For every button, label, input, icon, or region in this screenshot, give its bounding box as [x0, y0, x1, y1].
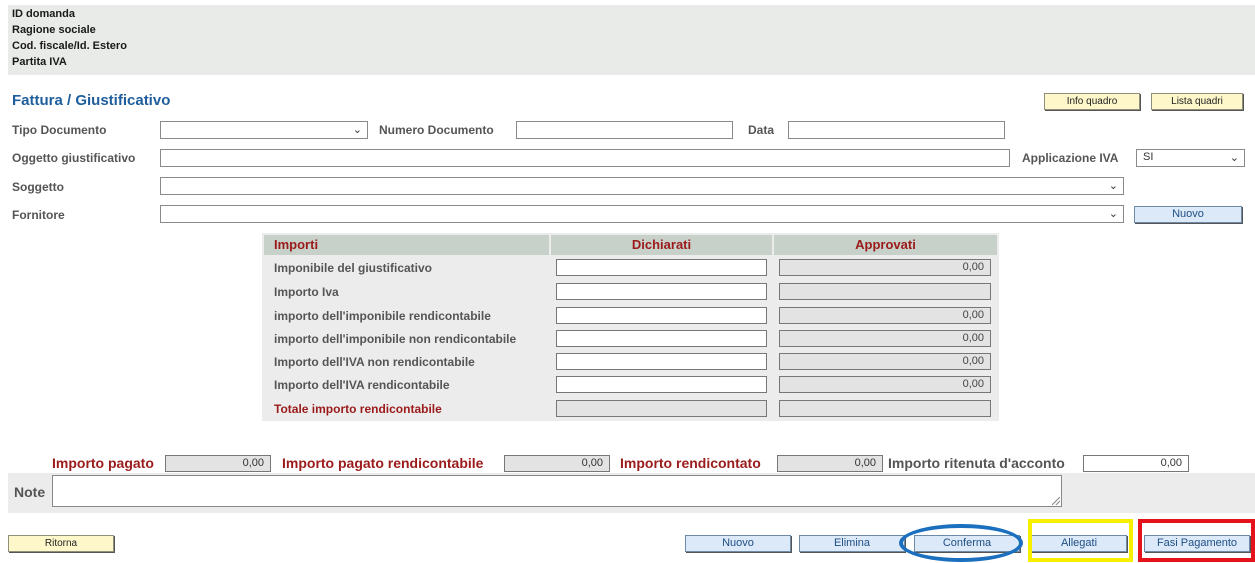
importo-pagato-rendicontabile-label: Importo pagato rendicontabile [282, 455, 484, 471]
id-domanda-label: ID domanda [12, 8, 75, 20]
codice-fiscale-label: Cod. fiscale/Id. Estero [12, 40, 127, 52]
approvato-value: 0,00 [779, 330, 991, 347]
ragione-sociale-label: Ragione sociale [12, 24, 96, 36]
dichiarato-input[interactable] [556, 259, 767, 276]
approvato-value: 0,00 [779, 353, 991, 370]
importo-pagato-value: 0,00 [165, 455, 271, 472]
importo-rendicontato-value: 0,00 [777, 455, 883, 472]
dichiarato-input[interactable] [556, 307, 767, 324]
dichiarato-input[interactable] [556, 283, 767, 300]
lista-quadri-button[interactable]: Lista quadri [1151, 93, 1243, 110]
resize-handle-icon[interactable] [1052, 497, 1060, 505]
annotation-ellipse-conferma [899, 524, 1023, 562]
applicant-info-panel: ID domanda Ragione sociale Cod. fiscale/… [8, 5, 1255, 75]
applicazione-iva-label: Applicazione IVA [1022, 151, 1119, 165]
chevron-down-icon: ⌄ [1229, 152, 1239, 164]
table-row-label: Importo dell'IVA rendicontabile [274, 378, 450, 392]
numero-documento-label: Numero Documento [379, 123, 494, 137]
chevron-down-icon: ⌄ [352, 124, 362, 136]
ritenuta-acconto-label: Importo ritenuta d'acconto [888, 455, 1065, 471]
tipo-documento-select[interactable]: ⌄ [160, 121, 368, 139]
oggetto-giustificativo-input[interactable] [160, 149, 1010, 167]
totale-rendicontabile-label: Totale importo rendicontabile [274, 402, 442, 416]
dichiarato-input[interactable] [556, 376, 767, 393]
chevron-down-icon: ⌄ [1108, 180, 1118, 192]
dichiarato-input[interactable] [556, 353, 767, 370]
info-quadro-button[interactable]: Info quadro [1044, 93, 1140, 110]
dichiarati-header: Dichiarati [551, 235, 772, 255]
table-row-label: Importo Iva [274, 285, 339, 299]
data-label: Data [748, 123, 775, 137]
nuovo-fornitore-button[interactable]: Nuovo [1134, 206, 1242, 223]
tipo-documento-label: Tipo Documento [12, 123, 107, 137]
oggetto-giustificativo-label: Oggetto giustificativo [12, 151, 136, 165]
fornitore-label: Fornitore [12, 208, 65, 222]
importi-header: Importi [264, 235, 549, 255]
ritenuta-acconto-input[interactable]: 0,00 [1083, 455, 1189, 472]
table-row-label: Importo dell'IVA non rendicontabile [274, 355, 475, 369]
importo-pagato-label: Importo pagato [52, 455, 154, 471]
soggetto-label: Soggetto [12, 180, 64, 194]
approvato-value: 0,00 [779, 259, 991, 276]
totale-dichiarato-value [556, 400, 767, 417]
numero-documento-input[interactable] [516, 121, 733, 139]
applicazione-iva-select[interactable]: SI ⌄ [1136, 149, 1245, 167]
nuovo-button[interactable]: Nuovo [685, 535, 791, 552]
elimina-button[interactable]: Elimina [799, 535, 905, 552]
note-label: Note [14, 484, 46, 500]
importo-rendicontato-label: Importo rendicontato [620, 455, 761, 471]
table-row-label: importo dell'imponibile rendicontabile [274, 309, 491, 323]
annotation-box-fasi-pagamento [1138, 519, 1255, 562]
chevron-down-icon: ⌄ [1108, 208, 1118, 220]
dichiarato-input[interactable] [556, 330, 767, 347]
totale-approvato-value [779, 400, 991, 417]
ritorna-button[interactable]: Ritorna [8, 535, 114, 552]
table-row-label: importo dell'imponibile non rendicontabi… [274, 332, 517, 346]
partita-iva-label: Partita IVA [12, 56, 67, 68]
importo-pagato-rendicontabile-value: 0,00 [504, 455, 610, 472]
table-row-label: Imponibile del giustificativo [274, 261, 433, 275]
approvato-value [779, 283, 991, 300]
approvato-value: 0,00 [779, 307, 991, 324]
approvati-header: Approvati [774, 235, 997, 255]
fornitore-select[interactable]: ⌄ [160, 205, 1124, 223]
soggetto-select[interactable]: ⌄ [160, 177, 1124, 195]
approvato-value: 0,00 [779, 376, 991, 393]
annotation-box-allegati [1028, 519, 1133, 562]
note-textarea[interactable] [52, 475, 1062, 507]
data-input[interactable] [788, 121, 1005, 139]
section-title: Fattura / Giustificativo [12, 92, 171, 109]
